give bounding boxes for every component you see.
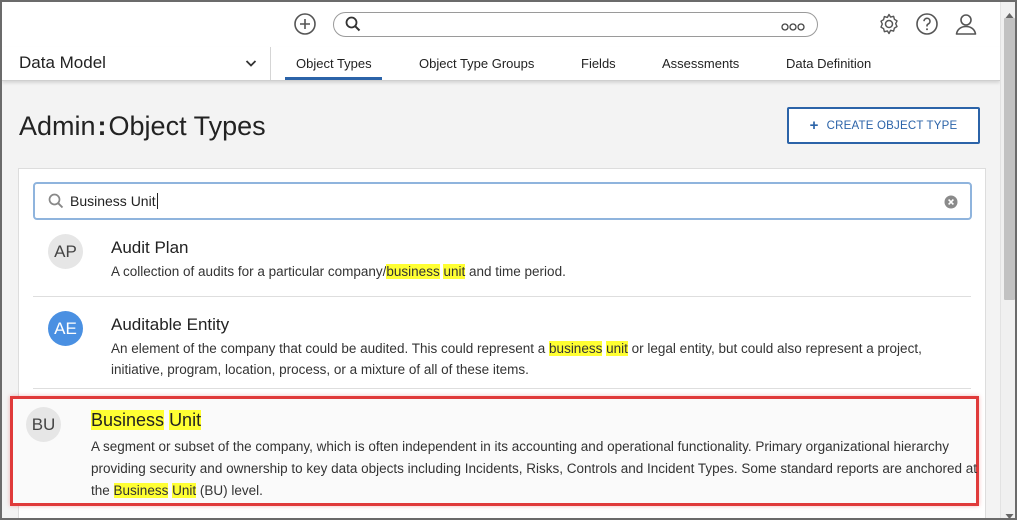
search-input-value: Business Unit xyxy=(70,193,158,209)
search-input-text: Business Unit xyxy=(70,193,156,209)
module-nav: Data Model Object Types Object Type Grou… xyxy=(2,47,1000,81)
create-object-type-button[interactable]: + CREATE OBJECT TYPE xyxy=(787,107,980,144)
scroll-thumb[interactable] xyxy=(1004,18,1015,300)
result-description: A collection of audits for a particular … xyxy=(111,261,971,282)
plus-icon: + xyxy=(809,117,819,134)
tab-fields[interactable]: Fields xyxy=(581,56,616,71)
search-highlight: Business xyxy=(91,410,165,430)
help-circle-icon[interactable] xyxy=(914,11,940,37)
create-object-type-label: CREATE OBJECT TYPE xyxy=(826,119,958,132)
page-title: Admin:Object Types xyxy=(19,111,266,142)
scroll-down-icon[interactable] xyxy=(1005,507,1014,518)
page-title-prefix: Admin xyxy=(19,111,96,141)
module-selector[interactable]: Data Model xyxy=(2,47,271,80)
result-title: Business Unit xyxy=(91,410,202,431)
avatar: AP xyxy=(48,234,83,269)
tab-data-definition[interactable]: Data Definition xyxy=(786,56,871,71)
tab-assessments[interactable]: Assessments xyxy=(662,56,739,71)
ellipsis-icon[interactable] xyxy=(781,19,805,37)
desc-text: An element of the company that could be … xyxy=(111,341,546,356)
clear-search-icon[interactable] xyxy=(944,195,958,214)
search-icon xyxy=(345,16,361,37)
user-icon[interactable] xyxy=(953,11,979,37)
search-highlight: business xyxy=(386,264,440,279)
page-title-text: Object Types xyxy=(108,111,266,141)
tab-object-type-groups[interactable]: Object Type Groups xyxy=(419,56,534,71)
global-search-input[interactable] xyxy=(333,12,818,37)
page-title-separator: : xyxy=(97,111,107,141)
result-description: A segment or subset of the company, whic… xyxy=(91,436,977,502)
tab-object-types[interactable]: Object Types xyxy=(296,56,372,71)
search-highlight: Unit xyxy=(172,483,197,498)
object-type-search-input[interactable]: Business Unit xyxy=(33,182,972,220)
desc-text: (BU) level. xyxy=(199,483,263,498)
chevron-down-icon xyxy=(244,56,258,75)
top-bar xyxy=(2,2,1000,47)
desc-text: A collection of audits for a particular … xyxy=(111,264,387,279)
gear-icon[interactable] xyxy=(876,11,902,37)
divider xyxy=(33,388,971,389)
result-description: An element of the company that could be … xyxy=(111,338,971,380)
module-label: Data Model xyxy=(19,53,106,72)
search-highlight: business xyxy=(549,341,603,356)
avatar: AE xyxy=(48,311,83,346)
active-tab-indicator xyxy=(285,77,382,80)
search-highlight: Business xyxy=(113,483,169,498)
desc-text: and time period. xyxy=(469,264,566,279)
result-title: Audit Plan xyxy=(111,238,189,257)
search-icon xyxy=(48,193,64,214)
search-highlight: unit xyxy=(443,264,466,279)
search-highlight: unit xyxy=(606,341,628,356)
app-window: Data Model Object Types Object Type Grou… xyxy=(0,0,1017,520)
plus-circle-icon[interactable] xyxy=(292,11,318,37)
divider xyxy=(33,296,971,297)
avatar: BU xyxy=(26,407,61,442)
scrollbar[interactable] xyxy=(1000,2,1015,518)
text-caret xyxy=(156,193,158,209)
search-highlight: Unit xyxy=(169,410,202,430)
result-title: Auditable Entity xyxy=(111,315,230,334)
